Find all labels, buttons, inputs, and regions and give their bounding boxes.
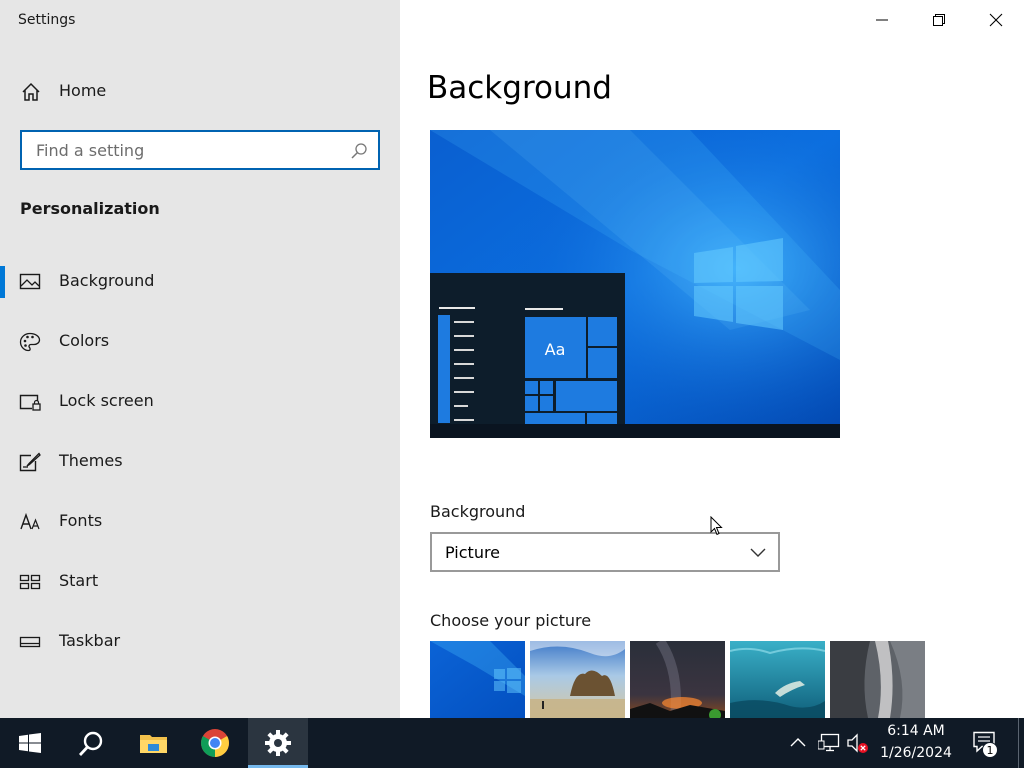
sidebar-item-label: Colors (59, 331, 110, 350)
page-title: Background (427, 70, 612, 106)
dropdown-value: Picture (445, 543, 501, 562)
lock-screen-icon (19, 394, 41, 411)
mouse-cursor-icon (710, 516, 723, 536)
restore-button[interactable] (910, 0, 967, 40)
gear-icon (265, 730, 291, 756)
taskbar: 6:14 AM 1/26/2024 1 (0, 718, 1024, 768)
preview-sample-text: Aa (545, 340, 566, 359)
section-title: Personalization (20, 199, 160, 218)
show-desktop-button[interactable] (1018, 718, 1024, 768)
minimize-icon (876, 19, 888, 21)
action-center-button[interactable]: 1 (962, 718, 1008, 768)
close-button[interactable] (967, 0, 1024, 40)
chevron-up-icon[interactable] (790, 736, 806, 748)
sidebar: Settings Home Personalization Background (0, 0, 400, 718)
sidebar-item-label: Fonts (59, 511, 103, 530)
sidebar-item-background[interactable]: Background (0, 260, 400, 304)
background-field-label: Background (430, 502, 526, 521)
home-icon (22, 82, 40, 101)
close-icon (989, 13, 1003, 27)
network-icon[interactable] (818, 733, 840, 753)
sidebar-item-lock-screen[interactable]: Lock screen (0, 380, 400, 424)
picture-thumbnail-beach[interactable] (530, 641, 625, 718)
palette-icon (19, 332, 41, 352)
search-box[interactable] (20, 130, 380, 170)
windows-start-icon (19, 733, 41, 753)
clock-date: 1/26/2024 (880, 745, 952, 761)
desktop-preview: Aa (430, 130, 840, 438)
sidebar-item-start[interactable]: Start (0, 560, 400, 604)
search-icon[interactable] (350, 142, 368, 160)
wallpaper-preview-image: Aa (430, 130, 840, 438)
notification-count-badge: 1 (982, 742, 998, 758)
start-menu-icon (19, 574, 41, 590)
search-input[interactable] (22, 132, 342, 168)
sidebar-item-label: Taskbar (59, 631, 121, 650)
sidebar-item-taskbar[interactable]: Taskbar (0, 620, 400, 664)
picture-thumbnail-night-sky[interactable] (630, 641, 725, 718)
minimize-button[interactable] (853, 0, 910, 40)
sidebar-item-themes[interactable]: Themes (0, 440, 400, 484)
sidebar-item-fonts[interactable]: Fonts (0, 500, 400, 544)
search-icon (78, 731, 103, 756)
app-title: Settings (18, 12, 76, 28)
nav-home-label: Home (59, 81, 107, 100)
picture-thumbnail-windows[interactable] (430, 641, 525, 718)
selection-indicator (0, 266, 5, 298)
clock-time: 6:14 AM (887, 723, 945, 739)
picture-thumbnail-underwater[interactable] (730, 641, 825, 718)
brush-icon (19, 452, 41, 472)
picture-icon (19, 273, 41, 290)
choose-picture-label: Choose your picture (430, 611, 592, 630)
background-type-dropdown[interactable]: Picture (430, 532, 780, 572)
volume-muted-icon[interactable] (847, 733, 871, 755)
search-button[interactable] (61, 718, 121, 768)
file-explorer-button[interactable] (123, 718, 183, 768)
taskbar-icon (19, 636, 41, 648)
taskbar-clock[interactable]: 6:14 AM 1/26/2024 (872, 718, 960, 768)
folder-icon (140, 735, 167, 753)
sidebar-item-label: Themes (59, 451, 123, 470)
chrome-button[interactable] (185, 718, 245, 768)
settings-app-button[interactable] (248, 718, 308, 768)
sidebar-item-label: Start (59, 571, 99, 590)
chrome-icon (201, 729, 229, 757)
nav-home[interactable]: Home (0, 72, 400, 112)
font-icon (20, 512, 40, 530)
sidebar-item-label: Lock screen (59, 391, 154, 410)
chevron-down-icon (750, 548, 766, 557)
picture-thumbnail-rock[interactable] (830, 641, 925, 718)
sidebar-item-label: Background (59, 271, 155, 290)
restore-icon (933, 14, 945, 26)
settings-window: Settings Home Personalization Background (0, 0, 1024, 718)
sidebar-item-colors[interactable]: Colors (0, 320, 400, 364)
start-button[interactable] (0, 718, 60, 768)
